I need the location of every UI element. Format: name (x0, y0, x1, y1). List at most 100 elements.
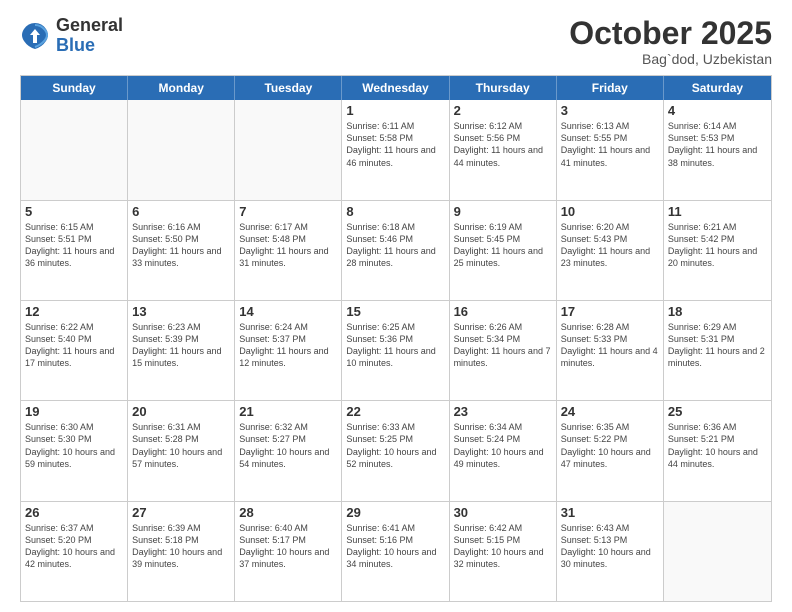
cal-row-5: 26 Sunrise: 6:37 AM Sunset: 5:20 PM Dayli… (21, 502, 771, 601)
cell-text: Sunrise: 6:40 AM Sunset: 5:17 PM Dayligh… (239, 522, 337, 571)
day-number: 16 (454, 304, 552, 319)
cell-text: Sunrise: 6:32 AM Sunset: 5:27 PM Dayligh… (239, 421, 337, 470)
day-number: 11 (668, 204, 767, 219)
month-title: October 2025 (569, 16, 772, 51)
cell-text: Sunrise: 6:21 AM Sunset: 5:42 PM Dayligh… (668, 221, 767, 270)
cell-text: Sunrise: 6:11 AM Sunset: 5:58 PM Dayligh… (346, 120, 444, 169)
cell-text: Sunrise: 6:13 AM Sunset: 5:55 PM Dayligh… (561, 120, 659, 169)
cal-cell-4-6: 24 Sunrise: 6:35 AM Sunset: 5:22 PM Dayli… (557, 401, 664, 500)
day-number: 25 (668, 404, 767, 419)
header-thursday: Thursday (450, 76, 557, 100)
day-number: 17 (561, 304, 659, 319)
day-number: 27 (132, 505, 230, 520)
day-number: 10 (561, 204, 659, 219)
cal-cell-3-3: 14Sunrise: 6:24 AM Sunset: 5:37 PM Dayli… (235, 301, 342, 400)
day-number: 30 (454, 505, 552, 520)
cell-text: Sunrise: 6:26 AM Sunset: 5:34 PM Dayligh… (454, 321, 552, 370)
day-number: 22 (346, 404, 444, 419)
day-number: 1 (346, 103, 444, 118)
cell-text: Sunrise: 6:35 AM Sunset: 5:22 PM Dayligh… (561, 421, 659, 470)
cal-cell-3-6: 17Sunrise: 6:28 AM Sunset: 5:33 PM Dayli… (557, 301, 664, 400)
logo-text: General Blue (56, 16, 123, 56)
cell-text: Sunrise: 6:19 AM Sunset: 5:45 PM Dayligh… (454, 221, 552, 270)
cal-cell-4-2: 20Sunrise: 6:31 AM Sunset: 5:28 PM Dayli… (128, 401, 235, 500)
header-wednesday: Wednesday (342, 76, 449, 100)
header-friday: Friday (557, 76, 664, 100)
cal-cell-4-1: 19Sunrise: 6:30 AM Sunset: 5:30 PM Dayli… (21, 401, 128, 500)
logo-general: General (56, 16, 123, 36)
cal-cell-1-2 (128, 100, 235, 199)
calendar: Sunday Monday Tuesday Wednesday Thursday… (20, 75, 772, 602)
cal-cell-5-2: 27Sunrise: 6:39 AM Sunset: 5:18 PM Dayli… (128, 502, 235, 601)
cal-cell-5-3: 28Sunrise: 6:40 AM Sunset: 5:17 PM Dayli… (235, 502, 342, 601)
cell-text: Sunrise: 6:43 AM Sunset: 5:13 PM Dayligh… (561, 522, 659, 571)
calendar-header: Sunday Monday Tuesday Wednesday Thursday… (21, 76, 771, 100)
title-block: October 2025 Bag`dod, Uzbekistan (569, 16, 772, 67)
cal-cell-2-6: 10 Sunrise: 6:20 AM Sunset: 5:43 PM Dayli… (557, 201, 664, 300)
cell-text: Sunrise: 6:33 AM Sunset: 5:25 PM Dayligh… (346, 421, 444, 470)
cal-cell-1-1 (21, 100, 128, 199)
cal-cell-5-1: 26 Sunrise: 6:37 AM Sunset: 5:20 PM Dayli… (21, 502, 128, 601)
day-number: 6 (132, 204, 230, 219)
cal-row-2: 5 Sunrise: 6:15 AM Sunset: 5:51 PM Daylig… (21, 201, 771, 301)
header-sunday: Sunday (21, 76, 128, 100)
day-number: 5 (25, 204, 123, 219)
cal-cell-5-4: 29 Sunrise: 6:41 AM Sunset: 5:16 PM Dayli… (342, 502, 449, 601)
cell-text: Sunrise: 6:36 AM Sunset: 5:21 PM Dayligh… (668, 421, 767, 470)
cal-cell-1-6: 3 Sunrise: 6:13 AM Sunset: 5:55 PM Daylig… (557, 100, 664, 199)
cell-text: Sunrise: 6:29 AM Sunset: 5:31 PM Dayligh… (668, 321, 767, 370)
cell-text: Sunrise: 6:34 AM Sunset: 5:24 PM Dayligh… (454, 421, 552, 470)
logo-icon (20, 21, 50, 51)
cell-text: Sunrise: 6:42 AM Sunset: 5:15 PM Dayligh… (454, 522, 552, 571)
cal-cell-2-7: 11 Sunrise: 6:21 AM Sunset: 5:42 PM Dayli… (664, 201, 771, 300)
day-number: 20 (132, 404, 230, 419)
cal-cell-3-7: 18 Sunrise: 6:29 AM Sunset: 5:31 PM Dayli… (664, 301, 771, 400)
day-number: 29 (346, 505, 444, 520)
cal-cell-1-7: 4Sunrise: 6:14 AM Sunset: 5:53 PM Daylig… (664, 100, 771, 199)
location: Bag`dod, Uzbekistan (569, 51, 772, 67)
cell-text: Sunrise: 6:20 AM Sunset: 5:43 PM Dayligh… (561, 221, 659, 270)
cell-text: Sunrise: 6:23 AM Sunset: 5:39 PM Dayligh… (132, 321, 230, 370)
cal-cell-1-4: 1 Sunrise: 6:11 AM Sunset: 5:58 PM Daylig… (342, 100, 449, 199)
logo-blue: Blue (56, 36, 123, 56)
day-number: 9 (454, 204, 552, 219)
day-number: 14 (239, 304, 337, 319)
cal-cell-2-5: 9 Sunrise: 6:19 AM Sunset: 5:45 PM Daylig… (450, 201, 557, 300)
header-tuesday: Tuesday (235, 76, 342, 100)
day-number: 24 (561, 404, 659, 419)
cal-row-1: 1 Sunrise: 6:11 AM Sunset: 5:58 PM Daylig… (21, 100, 771, 200)
cell-text: Sunrise: 6:15 AM Sunset: 5:51 PM Dayligh… (25, 221, 123, 270)
cal-cell-3-2: 13Sunrise: 6:23 AM Sunset: 5:39 PM Dayli… (128, 301, 235, 400)
cell-text: Sunrise: 6:37 AM Sunset: 5:20 PM Dayligh… (25, 522, 123, 571)
day-number: 15 (346, 304, 444, 319)
cal-cell-4-3: 21 Sunrise: 6:32 AM Sunset: 5:27 PM Dayli… (235, 401, 342, 500)
cal-cell-5-5: 30 Sunrise: 6:42 AM Sunset: 5:15 PM Dayli… (450, 502, 557, 601)
calendar-body: 1 Sunrise: 6:11 AM Sunset: 5:58 PM Daylig… (21, 100, 771, 601)
day-number: 8 (346, 204, 444, 219)
day-number: 23 (454, 404, 552, 419)
day-number: 7 (239, 204, 337, 219)
cal-cell-1-3 (235, 100, 342, 199)
logo: General Blue (20, 16, 123, 56)
day-number: 21 (239, 404, 337, 419)
day-number: 4 (668, 103, 767, 118)
day-number: 18 (668, 304, 767, 319)
cal-cell-5-6: 31 Sunrise: 6:43 AM Sunset: 5:13 PM Dayli… (557, 502, 664, 601)
day-number: 3 (561, 103, 659, 118)
cell-text: Sunrise: 6:22 AM Sunset: 5:40 PM Dayligh… (25, 321, 123, 370)
page: General Blue October 2025 Bag`dod, Uzbek… (0, 0, 792, 612)
day-number: 2 (454, 103, 552, 118)
cell-text: Sunrise: 6:25 AM Sunset: 5:36 PM Dayligh… (346, 321, 444, 370)
cal-cell-2-3: 7 Sunrise: 6:17 AM Sunset: 5:48 PM Daylig… (235, 201, 342, 300)
cal-cell-1-5: 2Sunrise: 6:12 AM Sunset: 5:56 PM Daylig… (450, 100, 557, 199)
cell-text: Sunrise: 6:16 AM Sunset: 5:50 PM Dayligh… (132, 221, 230, 270)
cal-cell-3-4: 15 Sunrise: 6:25 AM Sunset: 5:36 PM Dayli… (342, 301, 449, 400)
cal-cell-2-4: 8Sunrise: 6:18 AM Sunset: 5:46 PM Daylig… (342, 201, 449, 300)
cell-text: Sunrise: 6:30 AM Sunset: 5:30 PM Dayligh… (25, 421, 123, 470)
cal-row-3: 12Sunrise: 6:22 AM Sunset: 5:40 PM Dayli… (21, 301, 771, 401)
cell-text: Sunrise: 6:41 AM Sunset: 5:16 PM Dayligh… (346, 522, 444, 571)
day-number: 26 (25, 505, 123, 520)
cal-cell-3-5: 16 Sunrise: 6:26 AM Sunset: 5:34 PM Dayli… (450, 301, 557, 400)
day-number: 31 (561, 505, 659, 520)
cell-text: Sunrise: 6:17 AM Sunset: 5:48 PM Dayligh… (239, 221, 337, 270)
